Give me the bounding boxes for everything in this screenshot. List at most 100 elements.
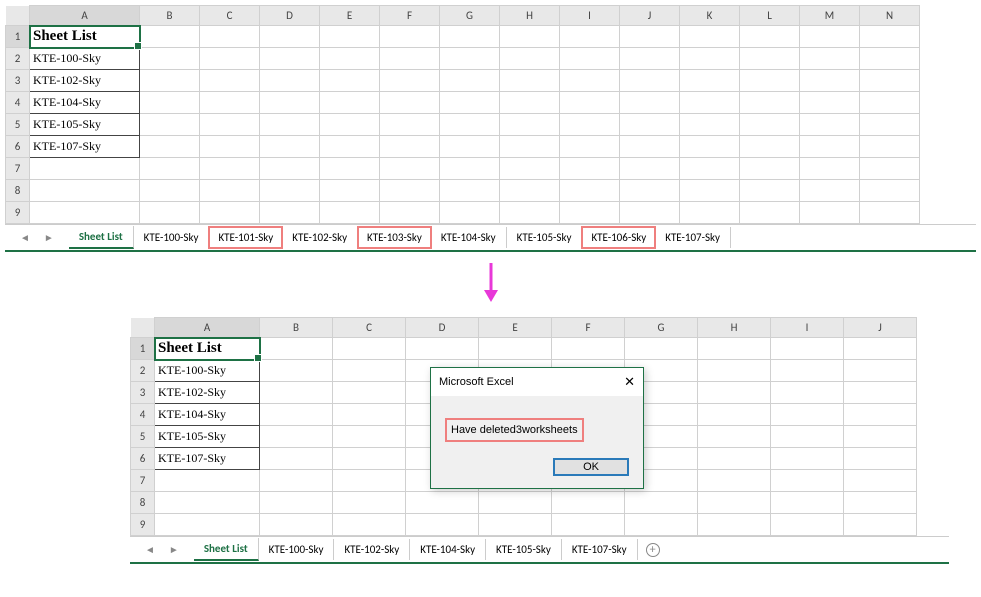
cell[interactable] [560,202,620,224]
cell[interactable] [740,158,800,180]
cell[interactable] [771,360,844,382]
cell[interactable] [800,70,860,92]
cell[interactable] [800,158,860,180]
cell[interactable] [740,180,800,202]
cell[interactable] [771,470,844,492]
cell[interactable] [320,180,380,202]
cell[interactable] [625,492,698,514]
cell[interactable] [260,158,320,180]
cell[interactable] [680,158,740,180]
cell[interactable] [140,70,200,92]
new-sheet-button[interactable]: + [638,539,668,561]
cell[interactable] [552,514,625,536]
cell[interactable]: KTE-104-Sky [30,92,140,114]
cell[interactable] [625,338,698,360]
cell[interactable] [560,136,620,158]
sheet-tab-active[interactable]: Sheet List [69,226,134,249]
row-header[interactable]: 6 [6,136,30,158]
sheet-tab[interactable]: KTE-102-Sky [282,227,358,248]
cell[interactable] [479,338,552,360]
cell[interactable] [860,70,920,92]
cell[interactable] [140,158,200,180]
cell[interactable] [860,202,920,224]
row-header[interactable]: 2 [131,360,155,382]
sheet-tab[interactable]: KTE-107-Sky [655,227,731,248]
cell[interactable] [560,92,620,114]
column-header[interactable]: D [260,6,320,26]
sheet-tab[interactable]: KTE-105-Sky [507,227,583,248]
cell[interactable] [140,136,200,158]
cell[interactable] [320,136,380,158]
cell[interactable] [620,92,680,114]
cell[interactable] [320,158,380,180]
cell[interactable] [844,338,917,360]
cell[interactable] [440,158,500,180]
cell[interactable] [620,158,680,180]
cell[interactable] [333,448,406,470]
cell[interactable] [479,492,552,514]
tab-last-icon[interactable]: ► [37,231,61,244]
cell[interactable] [860,114,920,136]
ok-button[interactable]: OK [553,458,629,476]
cell[interactable] [200,180,260,202]
cell[interactable] [380,48,440,70]
cell[interactable] [200,92,260,114]
cell[interactable] [30,202,140,224]
cell[interactable] [680,114,740,136]
tab-first-icon[interactable]: ◄ [138,543,162,556]
column-header[interactable]: F [552,318,625,338]
cell[interactable] [320,114,380,136]
cell[interactable] [200,136,260,158]
cell[interactable] [844,470,917,492]
cell[interactable] [560,158,620,180]
cell[interactable] [155,470,260,492]
sheet-tab[interactable]: KTE-104-Sky [410,539,486,560]
cell[interactable] [800,48,860,70]
cell[interactable] [200,48,260,70]
cell[interactable] [844,492,917,514]
cell[interactable] [698,404,771,426]
cell[interactable] [380,26,440,48]
cell[interactable] [140,202,200,224]
cell[interactable] [260,492,333,514]
row-header[interactable]: 8 [6,180,30,202]
cell[interactable] [560,114,620,136]
close-icon[interactable]: ✕ [624,374,635,390]
column-header[interactable]: E [320,6,380,26]
cell[interactable] [333,514,406,536]
cell[interactable] [771,426,844,448]
column-header[interactable]: G [625,318,698,338]
cell[interactable] [260,382,333,404]
column-header[interactable]: I [771,318,844,338]
cell[interactable] [800,136,860,158]
row-header[interactable]: 3 [6,70,30,92]
row-header[interactable]: 9 [6,202,30,224]
cell[interactable] [260,202,320,224]
cell[interactable] [200,202,260,224]
cell[interactable] [844,426,917,448]
cell[interactable] [440,48,500,70]
cell[interactable] [200,70,260,92]
cell[interactable] [320,70,380,92]
cell[interactable] [740,136,800,158]
cell[interactable] [140,180,200,202]
grid-before[interactable]: ABCDEFGHIJKLMN1Sheet List2KTE-100-Sky3KT… [5,5,920,224]
cell[interactable]: KTE-107-Sky [30,136,140,158]
cell[interactable] [844,404,917,426]
cell[interactable] [260,114,320,136]
cell[interactable] [844,448,917,470]
cell[interactable] [440,70,500,92]
cell[interactable] [620,26,680,48]
cell[interactable] [260,470,333,492]
column-header[interactable]: H [500,6,560,26]
column-header[interactable]: J [844,318,917,338]
cell[interactable] [560,70,620,92]
row-header[interactable]: 3 [131,382,155,404]
cell[interactable] [440,26,500,48]
cell[interactable] [680,92,740,114]
cell[interactable]: Sheet List [30,26,140,48]
cell[interactable] [260,136,320,158]
cell[interactable] [500,114,560,136]
cell[interactable] [680,26,740,48]
column-header[interactable]: I [560,6,620,26]
